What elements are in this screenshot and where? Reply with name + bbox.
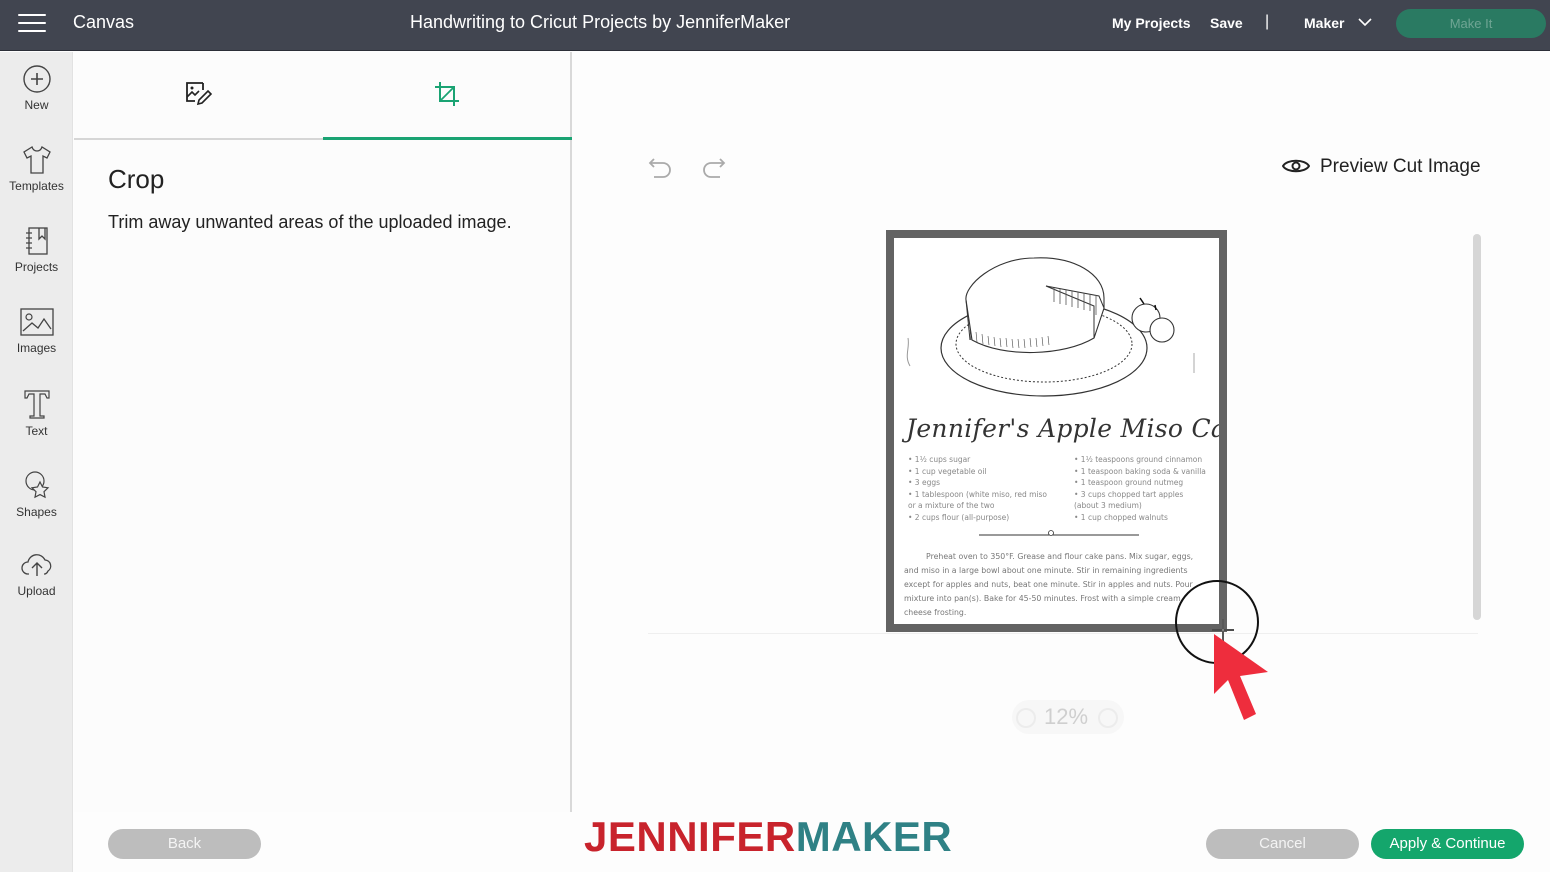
recipe-method: Preheat oven to 350°F. Grease and flour … — [904, 552, 1194, 617]
sidebar-item-text[interactable]: Text — [0, 388, 73, 458]
document-title: Handwriting to Cricut Projects by Jennif… — [410, 12, 791, 32]
tab-crop[interactable] — [323, 52, 572, 139]
image-edit-icon — [186, 82, 212, 106]
chevron-down-icon — [1358, 18, 1372, 27]
ingredient: • 1 cup vegetable oil — [908, 466, 987, 476]
sidebar-item-shapes[interactable]: Shapes — [0, 469, 73, 539]
save-link[interactable]: Save — [1210, 15, 1243, 31]
vertical-scrollbar[interactable] — [1473, 234, 1481, 620]
active-tab-indicator — [323, 137, 572, 140]
cancel-button[interactable]: Cancel — [1206, 829, 1359, 859]
sidebar-item-label: Templates — [9, 179, 64, 193]
canvas-divider — [648, 633, 1478, 634]
upload-cloud-icon — [20, 554, 51, 576]
sidebar-item-label: Shapes — [16, 505, 57, 519]
zoom-out-button[interactable] — [1016, 708, 1036, 728]
shapes-icon — [24, 471, 49, 499]
ingredient: • 1 tablespoon (white miso, red miso — [908, 489, 1047, 499]
text-icon — [23, 390, 50, 419]
ingredient: • 3 eggs — [908, 478, 941, 487]
sidebar-item-label: New — [24, 98, 49, 112]
ingredient: (about 3 medium) — [1074, 501, 1142, 510]
eye-icon — [1281, 159, 1311, 173]
tshirt-icon — [22, 146, 51, 174]
uploaded-image-crop-area[interactable]: Jennifer's Apple Miso Cake • 1½ cups sug… — [886, 230, 1227, 632]
ingredient: • 2 cups flour (all-purpose) — [908, 512, 1010, 522]
apply-continue-button[interactable]: Apply & Continue — [1371, 829, 1524, 859]
ingredients-right: • 1½ teaspoons ground cinnamon • 1 teasp… — [1074, 454, 1206, 523]
machine-select-label: Maker — [1304, 15, 1345, 31]
ingredient: • 3 cups chopped tart apples — [1074, 489, 1184, 499]
tab-edit-image[interactable] — [74, 52, 323, 139]
crop-icon — [435, 82, 459, 106]
ingredient: or a mixture of the two — [908, 501, 995, 510]
cake-illustration — [906, 257, 1195, 397]
app-title: Canvas — [73, 12, 135, 32]
notebook-icon — [25, 227, 48, 255]
undo-button[interactable] — [648, 155, 674, 186]
ingredient: • 1½ teaspoons ground cinnamon — [1074, 455, 1203, 464]
recipe-divider — [979, 530, 1139, 536]
logo-text-red: JENNIFER — [584, 813, 796, 860]
panel-description: Trim away unwanted areas of the uploaded… — [108, 212, 512, 232]
redo-button[interactable] — [700, 155, 726, 186]
top-bar: Canvas Handwriting to Cricut Projects by… — [0, 0, 1550, 51]
ingredient: • 1 cup chopped walnuts — [1074, 512, 1168, 522]
panel-title: Crop — [108, 164, 165, 194]
pointer-arrow-icon — [1214, 634, 1268, 720]
preview-cut-image-button[interactable]: Preview Cut Image — [1281, 156, 1481, 178]
sidebar-item-label: Projects — [14, 260, 59, 274]
sidebar-item-label: Upload — [17, 584, 56, 598]
zoom-control: 12% — [1012, 700, 1124, 734]
preview-label: Preview Cut Image — [1320, 156, 1481, 177]
redo-icon — [703, 158, 726, 178]
recipe-title: Jennifer's Apple Miso Cake — [906, 414, 1219, 443]
sidebar-item-templates[interactable]: Templates — [0, 145, 73, 215]
crop-panel: Crop Trim away unwanted areas of the upl… — [74, 52, 572, 812]
ingredient: • 1½ cups sugar — [908, 455, 971, 464]
plus-circle-icon — [22, 65, 51, 93]
sidebar-item-label: Images — [16, 341, 57, 355]
logo-text-teal: MAKER — [795, 813, 953, 860]
machine-select[interactable]: Maker — [1304, 15, 1372, 31]
sidebar-item-new[interactable]: New — [0, 64, 73, 134]
zoom-in-button[interactable] — [1098, 708, 1118, 728]
back-button[interactable]: Back — [108, 829, 261, 859]
make-it-button[interactable]: Make It — [1396, 9, 1546, 38]
header-separator: | — [1265, 13, 1270, 30]
zoom-level: 12% — [1044, 704, 1089, 729]
ingredients-left: • 1½ cups sugar • 1 cup vegetable oil • … — [908, 454, 1047, 523]
undo-icon — [648, 158, 671, 178]
ingredient: • 1 teaspoon ground nutmeg — [1074, 478, 1184, 487]
sidebar-item-images[interactable]: Images — [0, 307, 73, 377]
my-projects-link[interactable]: My Projects — [1112, 15, 1191, 31]
ingredient: • 1 teaspoon baking soda & vanilla — [1074, 466, 1206, 476]
left-sidebar: New Templates Projects Images Text Shape… — [0, 52, 73, 872]
sidebar-item-upload[interactable]: Upload — [0, 550, 73, 620]
sidebar-item-projects[interactable]: Projects — [0, 226, 73, 296]
jennifermaker-logo: JENNIFERMAKER — [584, 813, 952, 861]
recipe-image: Jennifer's Apple Miso Cake • 1½ cups sug… — [894, 238, 1219, 624]
image-icon — [19, 308, 54, 336]
menu-icon[interactable] — [18, 14, 46, 34]
sidebar-item-label: Text — [25, 424, 48, 438]
